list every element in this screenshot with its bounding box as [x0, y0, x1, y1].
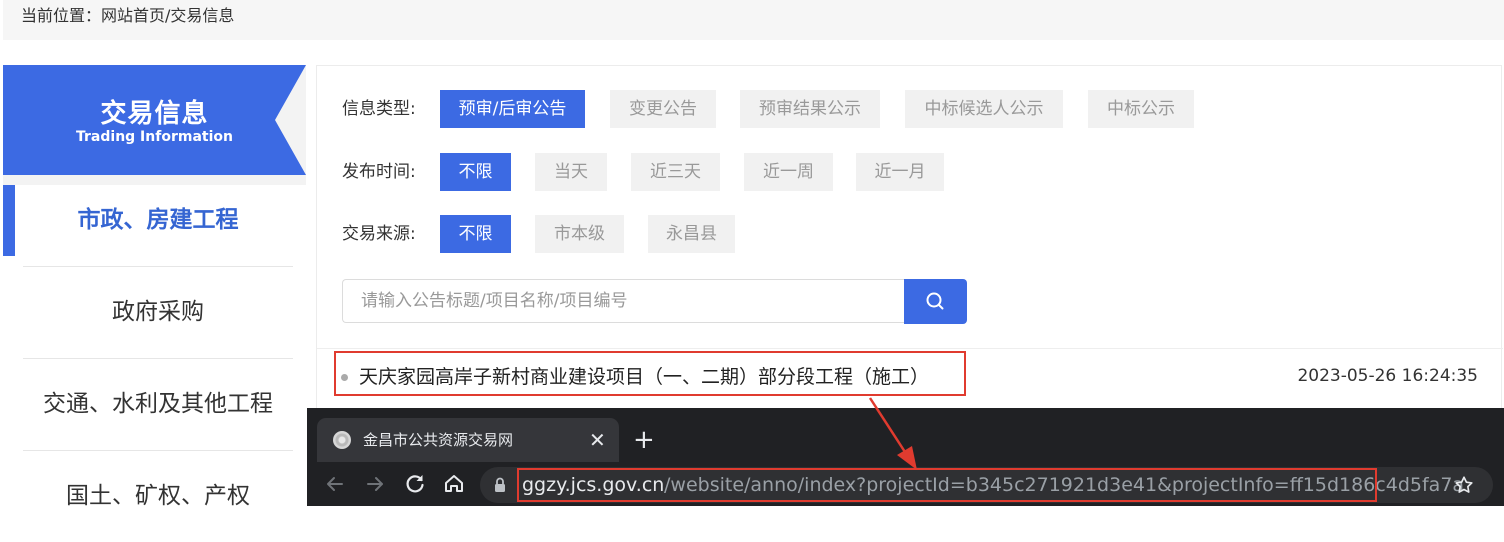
url-highlight-box [517, 468, 1377, 502]
filter-label-type: 信息类型: [342, 99, 416, 119]
sidebar-item-government-procurement[interactable]: 政府采购 [23, 267, 293, 359]
sidebar-item-land-mining[interactable]: 国土、矿权、产权 [23, 451, 293, 542]
bookmark-star-icon[interactable] [1453, 474, 1475, 496]
chip-type-change[interactable]: 变更公告 [610, 90, 716, 128]
chip-time-week[interactable]: 近一周 [744, 153, 833, 191]
sidebar: 交易信息 Trading Information 市政、房建工程 政府采购 交通… [3, 65, 306, 509]
browser-window: 金昌市公共资源交易网 ✕ + ggzy.jcs.gov.cn /website/… [307, 408, 1504, 506]
sidebar-item-municipal-construction[interactable]: 市政、房建工程 [23, 175, 293, 267]
back-arrow-icon[interactable] [322, 471, 348, 497]
chip-time-any[interactable]: 不限 [440, 153, 511, 191]
tab-close-icon[interactable]: ✕ [589, 418, 606, 462]
home-icon[interactable] [441, 471, 467, 497]
reload-icon[interactable] [402, 471, 428, 497]
sidebar-header: 交易信息 Trading Information [3, 65, 306, 175]
list-divider [317, 348, 1503, 349]
active-indicator [3, 185, 15, 256]
chip-time-month[interactable]: 近一月 [856, 153, 944, 191]
tab-title: 金昌市公共资源交易网 [363, 431, 514, 449]
chip-type-winning-candidate[interactable]: 中标候选人公示 [905, 90, 1063, 128]
address-bar[interactable]: ggzy.jcs.gov.cn /website/anno/index?proj… [480, 467, 1493, 503]
filter-label-source: 交易来源: [342, 224, 416, 244]
site-favicon-icon [333, 431, 351, 449]
title-highlight-box [334, 351, 966, 396]
sidebar-subtitle: Trading Information [76, 129, 233, 145]
chip-type-prequalification[interactable]: 预审/后审公告 [440, 90, 585, 128]
chip-source-any[interactable]: 不限 [440, 215, 511, 253]
chip-type-prequal-result[interactable]: 预审结果公示 [740, 90, 880, 128]
search-button[interactable] [904, 279, 967, 324]
search-input[interactable] [342, 279, 905, 323]
lock-icon [495, 477, 505, 492]
chip-time-3days[interactable]: 近三天 [631, 153, 720, 191]
new-tab-icon[interactable]: + [633, 418, 655, 462]
sidebar-title: 交易信息 [100, 99, 209, 129]
breadcrumb-text: 当前位置：网站首页/交易信息 [21, 6, 235, 25]
browser-tab[interactable]: 金昌市公共资源交易网 ✕ [317, 418, 619, 462]
sidebar-item-transport-water[interactable]: 交通、水利及其他工程 [23, 359, 293, 451]
announcement-date: 2023-05-26 16:24:35 [1297, 366, 1478, 386]
breadcrumb: 当前位置：网站首页/交易信息 [3, 0, 1504, 40]
search-icon [926, 292, 944, 310]
chip-time-today[interactable]: 当天 [535, 153, 607, 191]
sidebar-menu: 市政、房建工程 政府采购 交通、水利及其他工程 国土、矿权、产权 [3, 185, 306, 509]
chip-source-yongchang[interactable]: 永昌县 [648, 215, 735, 253]
forward-arrow-icon[interactable] [362, 471, 388, 497]
chip-type-winning-bid[interactable]: 中标公示 [1088, 90, 1194, 128]
chip-source-city[interactable]: 市本级 [535, 215, 624, 253]
filter-label-time: 发布时间: [342, 162, 416, 182]
